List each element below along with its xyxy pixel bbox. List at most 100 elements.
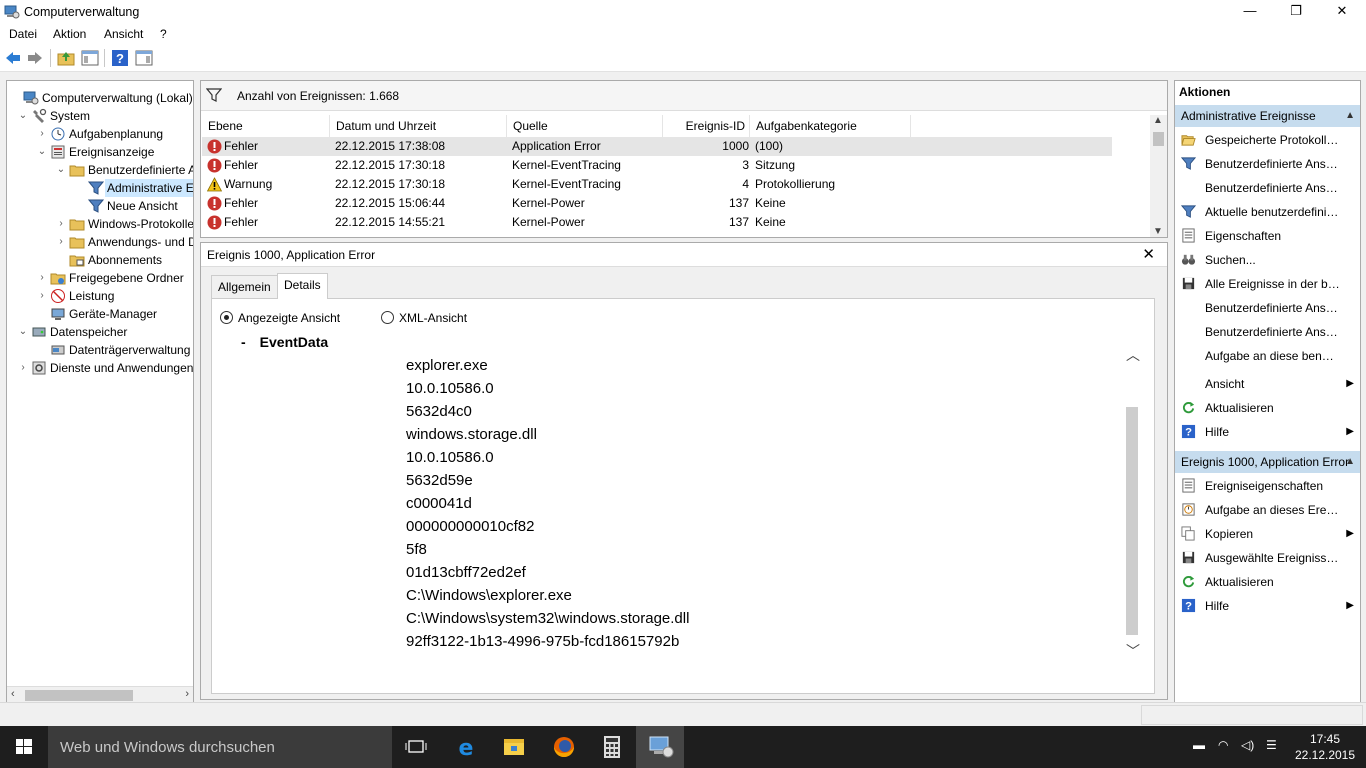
- menu-aktion[interactable]: Aktion: [53, 27, 86, 41]
- close-button[interactable]: ✕: [1319, 0, 1365, 24]
- file-explorer-icon[interactable]: [490, 726, 538, 768]
- up-folder-icon[interactable]: [57, 49, 75, 67]
- expanded-chevron-icon[interactable]: ⌄: [17, 323, 29, 341]
- event-list-header: Anzahl von Ereignissen: 1.668: [201, 81, 1167, 111]
- scroll-down-icon[interactable]: ▼: [1153, 226, 1163, 237]
- clock[interactable]: 17:45 22.12.2015: [1290, 731, 1360, 763]
- column-header-ebene[interactable]: Ebene: [202, 115, 330, 137]
- action-item[interactable]: Aktuelle benutzerdefinierte Ansicht filt…: [1175, 201, 1360, 223]
- action-item[interactable]: Benutzerdefinierte Ansicht erstellen...: [1175, 153, 1360, 175]
- scroll-up-icon[interactable]: ︿: [1126, 345, 1140, 365]
- calculator-icon[interactable]: [588, 726, 636, 768]
- tab-allgemein[interactable]: Allgemein: [211, 275, 278, 299]
- task-view-icon[interactable]: [392, 726, 440, 768]
- tree-item-label: Geräte-Manager: [69, 307, 158, 321]
- action-item[interactable]: Aufgabe an dieses Ereignis anfügen...: [1175, 499, 1360, 521]
- action-item[interactable]: Gespeicherte Protokolldatei öffnen...: [1175, 129, 1360, 151]
- forward-arrow-icon[interactable]: [26, 49, 44, 67]
- tab-details[interactable]: Details: [277, 273, 328, 299]
- collapsed-chevron-icon[interactable]: ›: [36, 125, 48, 143]
- action-item[interactable]: ? Hilfe ▶: [1175, 421, 1360, 443]
- back-arrow-icon[interactable]: [4, 49, 22, 67]
- action-item[interactable]: Benutzerdefinierte Ansicht exportieren..…: [1175, 297, 1360, 319]
- actions-section-admin-events[interactable]: Administrative Ereignisse ▲: [1175, 105, 1360, 127]
- action-item[interactable]: Kopieren ▶: [1175, 523, 1360, 545]
- eventdata-value: 5f8: [406, 541, 427, 558]
- subscriptions-icon: [69, 255, 85, 267]
- collapsed-chevron-icon[interactable]: ›: [55, 233, 67, 251]
- action-item[interactable]: Aktualisieren: [1175, 571, 1360, 593]
- svg-text:?: ?: [1185, 427, 1192, 439]
- event-row[interactable]: Fehler 22.12.2015 17:30:18 Kernel-EventTra…: [202, 156, 1112, 175]
- submenu-arrow-icon: ▶: [1346, 528, 1354, 539]
- action-item[interactable]: Ansicht ▶: [1175, 373, 1360, 395]
- column-header-source[interactable]: Quelle: [507, 115, 663, 137]
- expanded-chevron-icon[interactable]: ⌄: [17, 107, 29, 125]
- scroll-up-icon[interactable]: ▲: [1153, 115, 1163, 126]
- action-item[interactable]: Benutzerdefinierte Ansicht kopieren...: [1175, 321, 1360, 343]
- menu-help[interactable]: ?: [160, 27, 167, 41]
- event-category: Keine: [755, 196, 786, 210]
- action-item[interactable]: Ereigniseigenschaften: [1175, 475, 1360, 497]
- action-item[interactable]: Eigenschaften: [1175, 225, 1360, 247]
- action-item[interactable]: ? Hilfe ▶: [1175, 595, 1360, 617]
- collapse-toggle[interactable]: -: [241, 337, 246, 350]
- status-bar: [0, 702, 1366, 726]
- event-row[interactable]: Fehler 22.12.2015 17:38:08 Application Err…: [202, 137, 1112, 156]
- close-details-icon[interactable]: ✕: [1142, 245, 1155, 263]
- actions-pane: Aktionen Administrative Ereignisse ▲ Ges…: [1174, 80, 1361, 704]
- scroll-down-icon[interactable]: ﹀: [1126, 641, 1140, 661]
- action-item[interactable]: Aufgabe an diese benutzerdefinierte Ansi…: [1175, 345, 1360, 367]
- scrollbar-thumb[interactable]: [25, 690, 133, 701]
- show-hide-tree-icon[interactable]: [81, 49, 99, 67]
- scrollbar-thumb[interactable]: [1153, 132, 1164, 146]
- collapsed-chevron-icon[interactable]: ›: [17, 359, 29, 377]
- help-icon[interactable]: ?: [111, 49, 129, 67]
- windows-start-icon[interactable]: [0, 726, 48, 768]
- collapsed-chevron-icon[interactable]: ›: [36, 269, 48, 287]
- event-row[interactable]: Fehler 22.12.2015 15:06:44 Kernel-Power 137…: [202, 194, 1112, 213]
- actions-section-event-1000[interactable]: Ereignis 1000, Application Error ▲: [1175, 451, 1360, 473]
- maximize-button[interactable]: ❐: [1273, 0, 1319, 24]
- eventdata-section-header[interactable]: - EventData: [241, 337, 328, 350]
- tree-item-label: Freigegebene Ordner: [69, 271, 184, 285]
- filter-icon: [206, 88, 222, 102]
- show-hide-action-pane-icon[interactable]: [135, 49, 153, 67]
- menu-datei[interactable]: Datei: [9, 27, 37, 41]
- column-header-task-category[interactable]: Aufgabenkategorie: [750, 115, 911, 137]
- event-row[interactable]: Warnung 22.12.2015 17:30:18 Kernel-EventTr…: [202, 175, 1112, 194]
- event-viewer-icon: [51, 145, 65, 159]
- menu-ansicht[interactable]: Ansicht: [104, 27, 143, 41]
- volume-icon[interactable]: ◁): [1241, 738, 1259, 754]
- wifi-icon[interactable]: ◠: [1218, 738, 1236, 754]
- expanded-chevron-icon[interactable]: ⌄: [36, 143, 48, 161]
- battery-icon[interactable]: ▬: [1193, 738, 1211, 754]
- computer-management-taskbar-icon[interactable]: [636, 726, 684, 768]
- action-item[interactable]: Benutzerdefinierte Ansicht importieren..…: [1175, 177, 1360, 199]
- event-row[interactable]: Fehler 22.12.2015 14:55:21 Kernel-Power 137…: [202, 213, 1112, 232]
- expanded-chevron-icon[interactable]: ⌄: [55, 161, 67, 179]
- action-item[interactable]: Alle Ereignisse in der benutzerdefiniert…: [1175, 273, 1360, 295]
- scroll-right-icon[interactable]: ›: [185, 688, 189, 700]
- action-center-icon[interactable]: ☰: [1266, 738, 1284, 754]
- services-icon: [32, 361, 46, 375]
- edge-browser-icon[interactable]: e: [442, 726, 490, 768]
- event-data-scrollbar[interactable]: ︿ ﹀: [1122, 337, 1142, 669]
- collapsed-chevron-icon[interactable]: ›: [55, 215, 67, 233]
- tree-horizontal-scrollbar[interactable]: ‹ ›: [7, 686, 193, 703]
- scroll-left-icon[interactable]: ‹: [11, 688, 15, 700]
- column-header-event-id[interactable]: Ereignis-ID: [663, 115, 750, 137]
- firefox-icon[interactable]: [540, 726, 588, 768]
- action-item[interactable]: Ausgewählte Ereignisse speichern...: [1175, 547, 1360, 569]
- search-box[interactable]: Web und Windows durchsuchen: [48, 726, 392, 768]
- minimize-button[interactable]: —: [1227, 0, 1273, 24]
- action-item[interactable]: Aktualisieren: [1175, 397, 1360, 419]
- event-list-scrollbar[interactable]: ▲ ▼: [1150, 115, 1167, 237]
- action-item-label: Aufgabe an diese benutzerdefinierte Ansi…: [1205, 349, 1340, 363]
- action-item-label: Hilfe: [1205, 599, 1230, 613]
- column-header-datetime[interactable]: Datum und Uhrzeit: [330, 115, 507, 137]
- action-item-label: Hilfe: [1205, 425, 1230, 439]
- action-item[interactable]: Suchen...: [1175, 249, 1360, 271]
- scrollbar-thumb[interactable]: [1126, 407, 1138, 635]
- collapsed-chevron-icon[interactable]: ›: [36, 287, 48, 305]
